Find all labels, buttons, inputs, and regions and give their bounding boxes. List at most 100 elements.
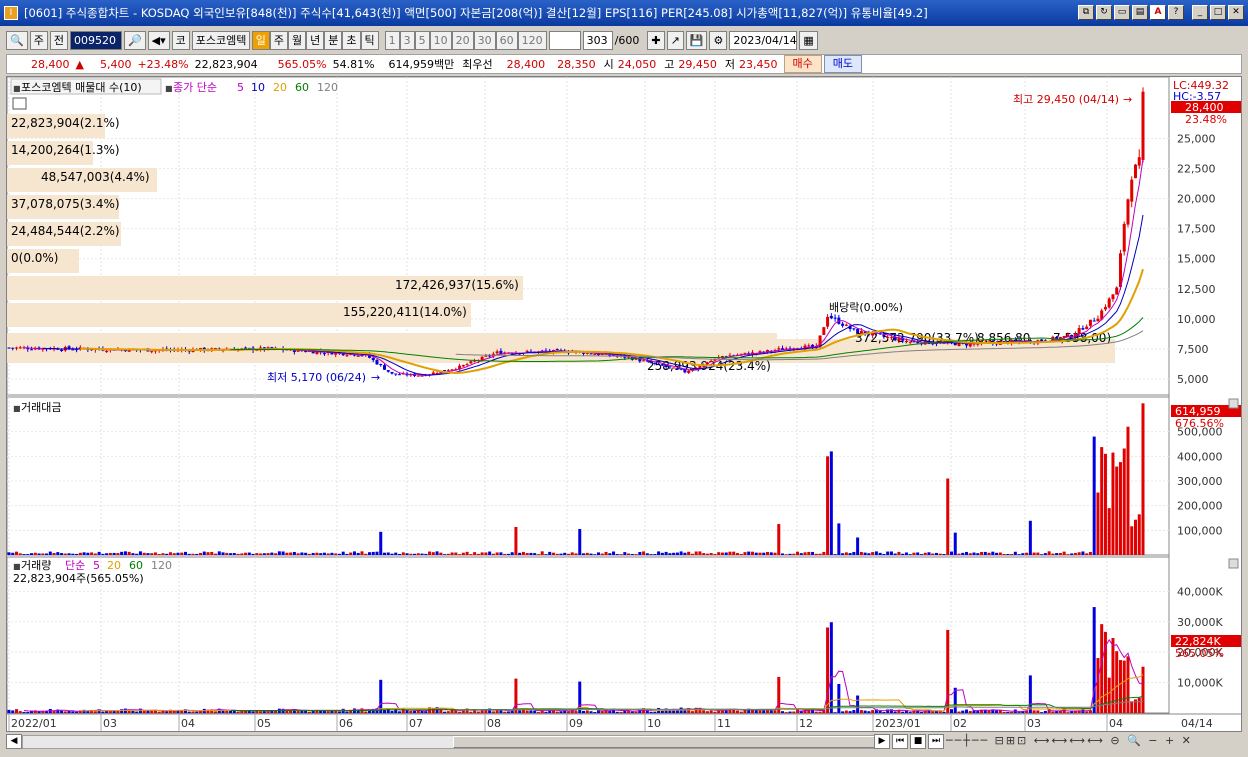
amount-bar bbox=[439, 552, 443, 555]
volume-bar bbox=[296, 711, 300, 713]
stop-icon[interactable]: ■ bbox=[910, 734, 926, 749]
volume-bar bbox=[901, 711, 905, 713]
date-input[interactable]: 2023/04/14 bbox=[729, 30, 798, 50]
chart-tools[interactable]: ──┼── ⊟⊞⊡ ⟷⟷⟷⟷ ⊖ 🔍 − + ✕ bbox=[946, 734, 1193, 747]
sell-button[interactable]: 매도 bbox=[823, 55, 863, 73]
refresh-icon[interactable]: ↻ bbox=[1096, 5, 1112, 20]
volume-bar bbox=[60, 710, 64, 713]
volume-tick: 10,000K bbox=[1177, 677, 1223, 690]
amount-bar bbox=[116, 553, 120, 555]
code-search-icon[interactable]: 🔎 bbox=[123, 30, 146, 50]
ma-period: 20 bbox=[273, 81, 287, 94]
stock-name[interactable]: 포스코엠텍 bbox=[191, 30, 250, 50]
chart-area[interactable]: 25,000 22,500 20,000 17,500 15,000 12,500 10,0… bbox=[6, 76, 1242, 732]
volume-bar bbox=[157, 711, 161, 713]
toolbar: 🔍 주 전 009520 🔎 ◀▾ 코 포스코엠텍 일주월년분초틱 1 3 5 10 2… bbox=[0, 28, 1248, 52]
amount-tick: 100,000 bbox=[1177, 524, 1223, 537]
title-bar: I [0601] 주식종합차트 - KOSDAQ 외국인보유[848(천)] 주… bbox=[0, 0, 1248, 26]
interval-tabs: 1 3 5 10 20 30 60 120 bbox=[384, 30, 547, 50]
amount-bar bbox=[90, 552, 94, 555]
candle-body bbox=[852, 328, 856, 330]
volume-bar bbox=[566, 711, 570, 713]
period-tab[interactable]: 틱 bbox=[360, 30, 379, 50]
candle-body bbox=[743, 352, 747, 354]
maximize-button[interactable]: □ bbox=[1210, 5, 1226, 20]
period-tab[interactable]: 년 bbox=[306, 30, 325, 50]
save-icon[interactable]: 💾 bbox=[685, 30, 708, 50]
volume-bar bbox=[1032, 710, 1036, 713]
play-icon[interactable]: ▶ bbox=[874, 734, 890, 749]
amount-bar bbox=[1096, 492, 1100, 555]
market-select[interactable]: 주 bbox=[29, 30, 48, 50]
trend-icon[interactable]: ↗ bbox=[666, 30, 684, 50]
period-tab[interactable]: 일 bbox=[251, 30, 270, 50]
interval-tab[interactable]: 3 bbox=[399, 30, 415, 50]
interval-tab[interactable]: 30 bbox=[473, 30, 496, 50]
amount-bar bbox=[612, 551, 616, 555]
help-icon[interactable]: ? bbox=[1168, 5, 1184, 20]
amount-bar bbox=[675, 552, 679, 555]
interval-tab[interactable]: 60 bbox=[495, 30, 518, 50]
amount-bar bbox=[709, 553, 713, 555]
period-tab[interactable]: 초 bbox=[342, 30, 361, 50]
candle-body bbox=[657, 363, 661, 365]
amount-bar bbox=[251, 553, 255, 555]
price-pct-tag: 23.48% bbox=[1185, 113, 1227, 126]
horizontal-scrollbar[interactable] bbox=[22, 735, 883, 749]
amount-bar bbox=[123, 551, 127, 555]
amount-bar bbox=[942, 554, 946, 555]
grid-icon[interactable]: ▤ bbox=[1132, 5, 1148, 20]
scroll-left-icon[interactable]: ◀ bbox=[6, 734, 22, 749]
interval-tab[interactable]: 20 bbox=[451, 30, 474, 50]
buy-button[interactable]: 매수 bbox=[783, 55, 822, 73]
settings-icon[interactable]: ⚙ bbox=[709, 30, 728, 50]
volume-bar bbox=[398, 711, 402, 713]
amount-bar bbox=[270, 552, 274, 555]
count-input[interactable]: 303 bbox=[582, 30, 613, 50]
period-tab[interactable]: 분 bbox=[324, 30, 343, 50]
amount-bar bbox=[642, 551, 646, 555]
stock-search-icon[interactable]: 🔍 bbox=[6, 30, 28, 50]
code-input[interactable]: 009520 bbox=[69, 30, 122, 50]
rewind-icon[interactable]: ⏮ bbox=[892, 734, 908, 749]
font-icon[interactable]: A bbox=[1150, 5, 1166, 20]
stock-chart[interactable]: 25,000 22,500 20,000 17,500 15,000 12,500 10,0… bbox=[6, 76, 1241, 731]
candle-body bbox=[826, 316, 830, 327]
interval-tab[interactable]: 1 bbox=[384, 30, 400, 50]
amount-bar bbox=[1002, 553, 1006, 555]
amount-bar bbox=[454, 552, 458, 555]
forward-icon[interactable]: ⏭ bbox=[928, 734, 944, 749]
period-tab[interactable]: 월 bbox=[288, 30, 307, 50]
amount-bar bbox=[446, 553, 450, 555]
amount-bar bbox=[409, 553, 413, 555]
table-icon bbox=[12, 97, 27, 110]
prev-button[interactable]: 전 bbox=[49, 30, 68, 50]
interval-input[interactable] bbox=[548, 30, 581, 50]
amount-bar bbox=[927, 552, 931, 555]
xaxis-label: 08 bbox=[487, 717, 501, 730]
volume-ma-period: 20 bbox=[107, 559, 121, 572]
amount-bar bbox=[262, 553, 266, 555]
interval-tab[interactable]: 5 bbox=[414, 30, 430, 50]
volume-bar bbox=[409, 711, 413, 713]
speaker-icon[interactable]: ◀▾ bbox=[147, 30, 170, 50]
crosshair-icon[interactable]: ✚ bbox=[647, 30, 665, 50]
scroll-thumb[interactable] bbox=[453, 736, 883, 748]
interval-tab[interactable]: 120 bbox=[517, 30, 547, 50]
link-icon[interactable]: ⧉ bbox=[1078, 5, 1094, 20]
candle-body bbox=[398, 374, 402, 376]
window-icon[interactable]: ▭ bbox=[1114, 5, 1130, 20]
amount-bar bbox=[807, 551, 811, 555]
amount-bar bbox=[1115, 466, 1119, 555]
period-tab[interactable]: 주 bbox=[269, 30, 289, 50]
amount-bar bbox=[1122, 448, 1126, 555]
minimize-button[interactable]: _ bbox=[1192, 5, 1208, 20]
price-tick: 10,000 bbox=[1177, 313, 1216, 326]
close-button[interactable]: ✕ bbox=[1228, 5, 1244, 20]
amount-bar bbox=[799, 553, 803, 555]
amount-bar bbox=[991, 551, 995, 555]
interval-tab[interactable]: 10 bbox=[429, 30, 452, 50]
volume-bar bbox=[882, 711, 886, 713]
calendar-icon[interactable]: ▦ bbox=[799, 30, 818, 50]
candle-body bbox=[356, 355, 360, 357]
